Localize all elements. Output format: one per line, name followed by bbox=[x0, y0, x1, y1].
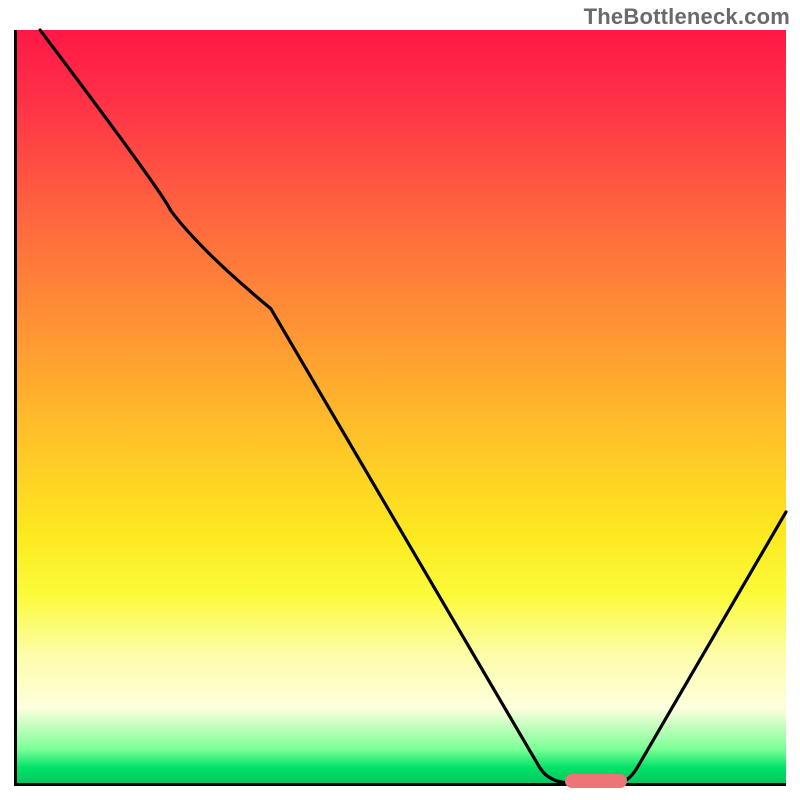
optimal-range-marker bbox=[565, 774, 627, 788]
attribution-text: TheBottleneck.com bbox=[584, 4, 790, 30]
chart-container: TheBottleneck.com bbox=[0, 0, 800, 800]
bottleneck-curve bbox=[17, 30, 786, 783]
plot-area bbox=[14, 30, 786, 786]
